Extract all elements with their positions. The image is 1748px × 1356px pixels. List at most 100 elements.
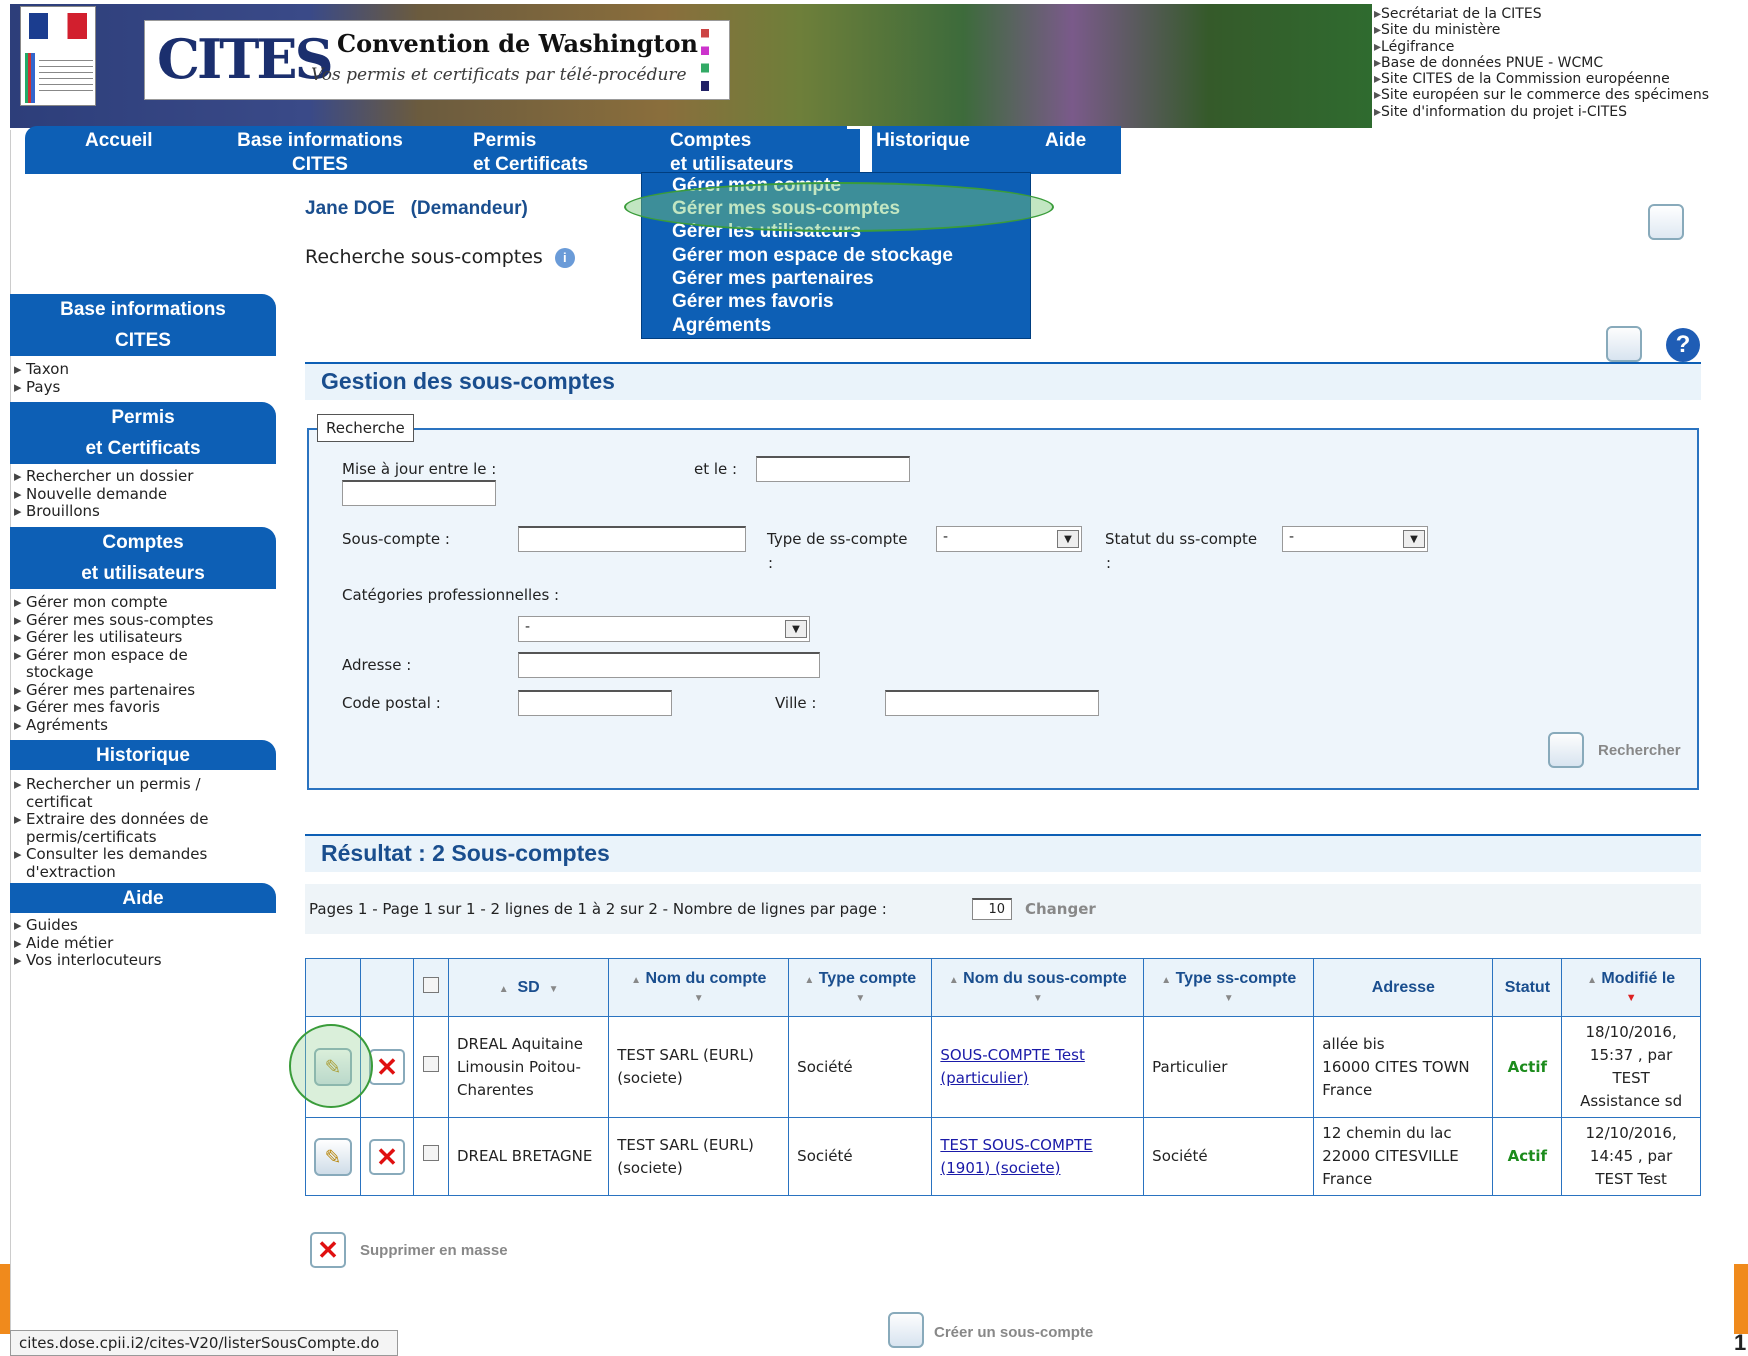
search-form — [307, 428, 1699, 790]
nav-accueil[interactable]: Accueil — [85, 129, 153, 153]
nav-base-info[interactable]: Base informations CITES — [220, 129, 420, 177]
sidebar-heading-text2: et Certificats — [85, 438, 201, 459]
print-icon[interactable] — [1606, 326, 1642, 362]
mass-delete-button[interactable]: Supprimer en masse — [360, 1242, 508, 1259]
status-bar: cites.dose.cpii.i2/cites-V20/listerSousC… — [10, 1330, 398, 1356]
nav-historique-label: Historique — [876, 130, 970, 151]
ext-link[interactable]: Secrétariat de la CITES — [1374, 6, 1709, 22]
ext-link[interactable]: Site d'information du projet i-CITES — [1374, 104, 1709, 120]
sidebar-item-gerer-favoris[interactable]: Gérer mes favoris — [14, 698, 254, 717]
date-to-input[interactable] — [756, 456, 910, 482]
table-header-row: ▲ SD ▼ ▲ Nom du compte ▼ ▲ Type compte ▼ ▲… — [305, 958, 1701, 1017]
search-button[interactable]: Rechercher — [1598, 742, 1681, 759]
code-postal-label: Code postal : — [342, 694, 441, 712]
statut-select[interactable]: - ▼ — [1282, 526, 1428, 552]
type-select[interactable]: - ▼ — [936, 526, 1082, 552]
cell-sd: DREAL Aquitaine Limousin Poitou-Charente… — [447, 1016, 610, 1118]
pager: Pages 1 - Page 1 sur 1 - 2 lignes de 1 à… — [305, 884, 1701, 934]
create-sous-compte-button[interactable]: Créer un sous-compte — [934, 1324, 1093, 1341]
ext-link[interactable]: Légifrance — [1374, 39, 1709, 55]
nav-aide-label: Aide — [1045, 130, 1087, 151]
menu-gerer-favoris[interactable]: Gérer mes favoris — [672, 291, 834, 313]
sidebar-item-rechercher-permis[interactable]: Rechercher un permis / certificat — [14, 775, 254, 811]
menu-gerer-partenaires[interactable]: Gérer mes partenaires — [672, 268, 874, 290]
sidebar-item-aide-metier[interactable]: Aide métier — [14, 934, 254, 953]
row-checkbox[interactable] — [422, 1145, 439, 1161]
header-type-ss-compte[interactable]: ▲ Type ss-compte ▼ — [1143, 958, 1315, 1017]
ville-input[interactable] — [885, 690, 1099, 716]
header-nom-compte[interactable]: ▲ Nom du compte ▼ — [608, 958, 790, 1017]
sidebar-item-taxon[interactable]: Taxon — [14, 360, 254, 379]
sidebar-item-guides[interactable]: Guides — [14, 916, 254, 935]
user-name: Jane DOE — [305, 198, 395, 219]
sidebar-heading-permis: Permis et Certificats — [10, 402, 276, 464]
menu-agrements[interactable]: Agréments — [672, 315, 771, 337]
help-icon[interactable]: ? — [1666, 328, 1700, 362]
sidebar-item-extraire[interactable]: Extraire des données de permis/certifica… — [14, 810, 254, 846]
select-all-checkbox[interactable] — [422, 977, 439, 993]
sidebar-item-brouillons[interactable]: Brouillons — [14, 502, 254, 521]
menu-gerer-stockage[interactable]: Gérer mon espace de stockage — [672, 245, 953, 267]
info-icon[interactable]: i — [554, 247, 575, 268]
sidebar-item-rechercher-dossier[interactable]: Rechercher un dossier — [14, 467, 254, 486]
ext-link[interactable]: Site européen sur le commerce des spécim… — [1374, 87, 1709, 103]
statut-colon: : — [1106, 554, 1112, 572]
nav-aide[interactable]: Aide — [1045, 129, 1086, 153]
nav-permis[interactable]: Permis et Certificats — [473, 129, 588, 177]
sidebar-item-consulter-extraction[interactable]: Consulter les demandes d'extraction — [14, 845, 254, 881]
sidebar-heading-text: Permis — [111, 407, 175, 428]
sidebar-item-agrements[interactable]: Agréments — [14, 716, 254, 735]
per-page-input[interactable]: 10 — [972, 898, 1012, 920]
sous-compte-input[interactable] — [518, 526, 746, 552]
sidebar-item-gerer-compte[interactable]: Gérer mon compte — [14, 593, 254, 612]
sous-compte-link[interactable]: TEST SOUS-COMPTE (1901) (societe) — [940, 1136, 1092, 1177]
ministry-logo[interactable] — [20, 6, 96, 106]
header-type-compte[interactable]: ▲ Type compte ▼ — [788, 958, 933, 1017]
date-from-input[interactable] — [342, 480, 496, 506]
code-postal-input[interactable] — [518, 690, 672, 716]
sidebar-item-nouvelle-demande[interactable]: Nouvelle demande — [14, 485, 254, 504]
nav-comptes-active[interactable]: Comptes et utilisateurs — [670, 129, 794, 177]
sidebar-item-gerer-partenaires[interactable]: Gérer mes partenaires — [14, 681, 254, 700]
nav-historique[interactable]: Historique — [876, 129, 970, 153]
header-modifie[interactable]: ▲ Modifié le ▼ — [1561, 958, 1701, 1017]
ext-link[interactable]: Site du ministère — [1374, 22, 1709, 38]
ext-link[interactable]: Base de données PNUE - WCMC — [1374, 55, 1709, 71]
refresh-icon[interactable] — [1648, 204, 1684, 240]
type-select-value: - — [943, 529, 949, 545]
categories-select[interactable]: - ▼ — [518, 616, 810, 642]
mass-delete-icon[interactable]: ✕ — [310, 1232, 346, 1268]
sidebar-item-gerer-sous-comptes[interactable]: Gérer mes sous-comptes — [14, 611, 254, 630]
create-icon[interactable] — [888, 1312, 924, 1348]
results-table: ▲ SD ▼ ▲ Nom du compte ▼ ▲ Type compte ▼ ▲… — [305, 958, 1701, 1196]
sidebar-item-interlocuteurs[interactable]: Vos interlocuteurs — [14, 951, 254, 970]
delete-icon[interactable]: ✕ — [369, 1138, 405, 1175]
cell-select — [413, 1117, 449, 1196]
ext-link[interactable]: Site CITES de la Commission européenne — [1374, 71, 1709, 87]
cites-logo-box[interactable]: CITES Convention de Washington Vos permi… — [144, 20, 730, 100]
row-checkbox[interactable] — [422, 1055, 439, 1072]
cell-nom-compte: TEST SARL (EURL) (societe) — [608, 1016, 790, 1118]
header-select-all[interactable] — [413, 958, 449, 1017]
edit-icon[interactable]: ✎ — [314, 1137, 352, 1176]
sous-compte-link[interactable]: SOUS-COMPTE Test (particulier) — [940, 1046, 1084, 1087]
header-adresse: Adresse — [1313, 958, 1494, 1017]
search-legend: Recherche — [317, 414, 414, 442]
cell-nom-sous-compte: TEST SOUS-COMPTE (1901) (societe) — [931, 1117, 1145, 1196]
cell-select — [413, 1016, 449, 1118]
pager-text: Pages 1 - Page 1 sur 1 - 2 lignes de 1 à… — [309, 900, 887, 918]
highlight-ellipse — [624, 182, 1054, 232]
change-button[interactable]: Changer — [1025, 900, 1096, 918]
side-tab-right — [1734, 1264, 1748, 1334]
cell-nom-compte: TEST SARL (EURL) (societe) — [608, 1117, 790, 1196]
adresse-line: France — [1322, 1080, 1373, 1099]
adresse-input[interactable] — [518, 652, 820, 678]
sous-compte-label: Sous-compte : — [342, 530, 450, 548]
sidebar-item-pays[interactable]: Pays — [14, 378, 254, 397]
header-nom-sous-compte[interactable]: ▲ Nom du sous-compte ▼ — [931, 958, 1145, 1017]
header-sd[interactable]: ▲ SD ▼ — [447, 958, 610, 1017]
search-icon[interactable] — [1548, 732, 1584, 768]
sidebar-item-gerer-stockage[interactable]: Gérer mon espace de stockage — [14, 646, 254, 682]
sidebar-item-gerer-utilisateurs[interactable]: Gérer les utilisateurs — [14, 628, 254, 647]
delete-icon[interactable]: ✕ — [369, 1049, 405, 1085]
